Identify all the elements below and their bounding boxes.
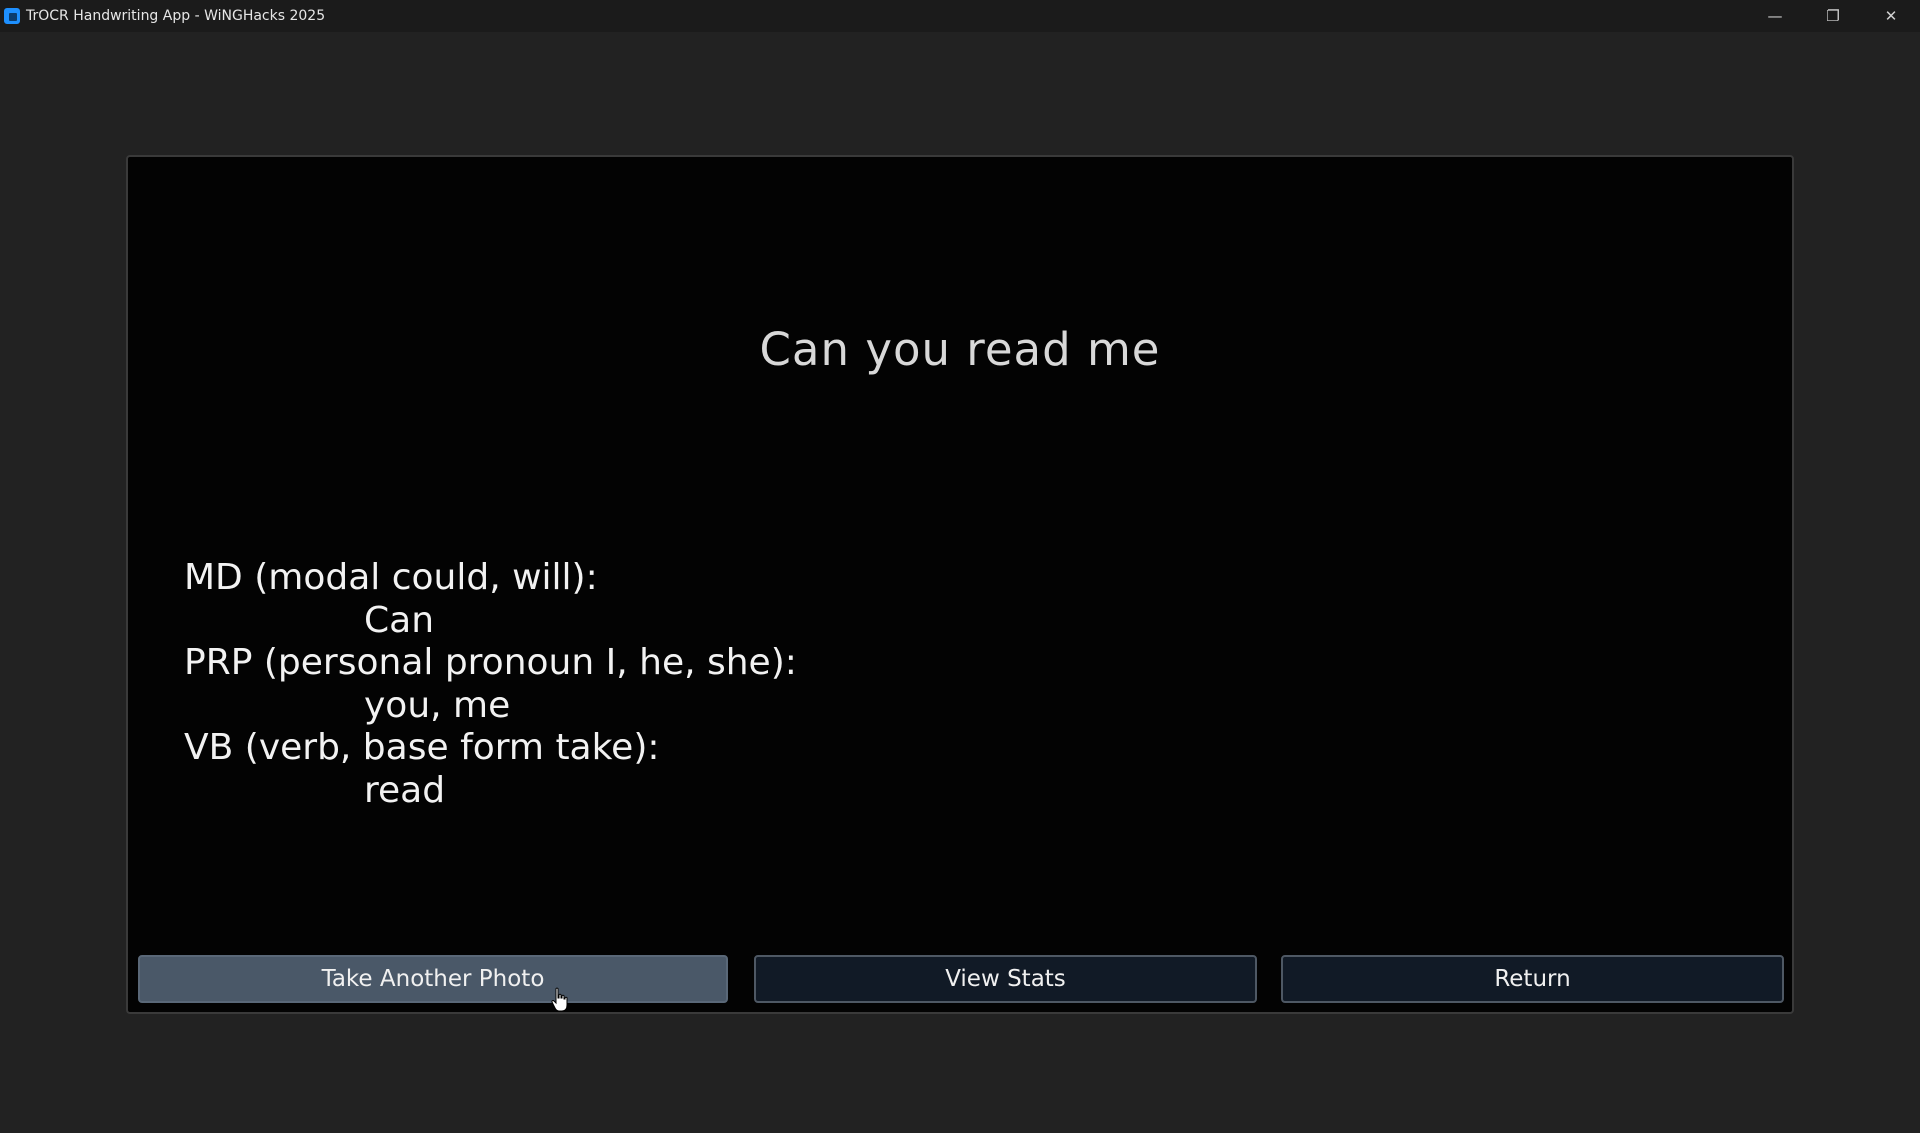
pos-tag-list: MD (modal could, will): Can PRP (persona… <box>184 557 797 812</box>
hand-cursor-icon <box>551 987 568 1012</box>
recognized-sentence: Can you read me <box>759 323 1161 376</box>
pos-words-vb: read <box>364 769 446 811</box>
pos-tag-prp: PRP (personal pronoun I, he, she): <box>184 642 797 683</box>
close-icon[interactable]: ✕ <box>1862 0 1920 32</box>
title-bar[interactable]: TrOCR Handwriting App - WiNGHacks 2025 —… <box>0 0 1920 32</box>
pos-tag-md: MD (modal could, will): <box>184 557 598 598</box>
result-panel: Can you read me MD (modal could, will): … <box>126 155 1794 1014</box>
return-button[interactable]: Return <box>1281 955 1784 1003</box>
pos-words-prp: you, me <box>364 684 511 726</box>
pos-tag-vb: VB (verb, base form take): <box>184 727 660 768</box>
window-title: TrOCR Handwriting App - WiNGHacks 2025 <box>26 8 326 24</box>
minimize-icon[interactable]: — <box>1746 0 1804 32</box>
pos-words-md: Can <box>364 599 435 641</box>
window-controls: — ❐ ✕ <box>1746 0 1920 32</box>
take-another-photo-button[interactable]: Take Another Photo <box>138 955 728 1003</box>
restore-icon[interactable]: ❐ <box>1804 0 1862 32</box>
app-icon <box>4 8 20 24</box>
view-stats-button[interactable]: View Stats <box>754 955 1257 1003</box>
